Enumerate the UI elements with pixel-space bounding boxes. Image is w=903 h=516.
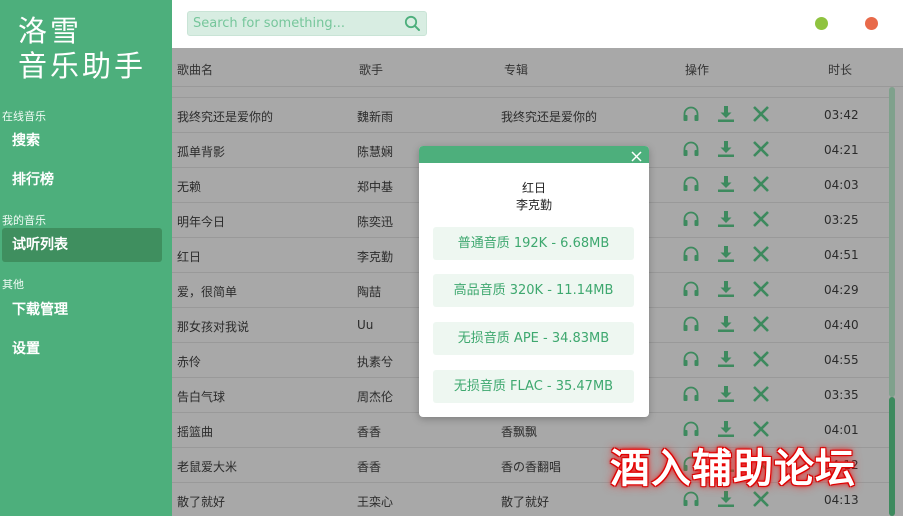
song-album: 香の香翻唱 [501, 460, 562, 474]
song-duration: 03:42 [824, 108, 859, 122]
song-artist: 香香 [357, 460, 382, 474]
song-name: 无赖 [177, 180, 202, 194]
search-icon[interactable] [404, 15, 421, 36]
song-album: 我终究还是爱你的 [501, 110, 598, 124]
col-header-artist: 歌手 [359, 63, 384, 77]
row-actions [682, 350, 772, 370]
song-artist: 王栾心 [357, 495, 394, 509]
song-album: 香飘飘 [501, 425, 538, 439]
song-artist: Uu [357, 318, 374, 332]
quality-option-192k[interactable]: 普通音质 192K - 6.68MB [433, 227, 634, 260]
row-actions [682, 105, 772, 125]
dialog-header [419, 146, 649, 163]
quality-option-flac[interactable]: 无损音质 FLAC - 35.47MB [433, 370, 634, 403]
song-name: 摇篮曲 [177, 425, 214, 439]
song-duration: 04:55 [824, 353, 859, 367]
col-header-ops: 操作 [685, 63, 710, 77]
col-header-album: 专辑 [504, 63, 529, 77]
sidebar-item-charts[interactable]: 排行榜 [2, 163, 162, 197]
song-album: 散了就好 [501, 495, 550, 509]
search-input[interactable] [188, 12, 388, 35]
search-box [187, 11, 427, 36]
song-name: 散了就好 [177, 495, 226, 509]
song-duration: 03:25 [824, 213, 859, 227]
section-my-music: 我的音乐 [2, 214, 46, 227]
song-name: 赤伶 [177, 355, 202, 369]
song-name: 爱，很简单 [177, 285, 238, 299]
top-bar [172, 0, 903, 48]
table-row[interactable]: 我终究还是爱你的 魏新雨 我终究还是爱你的 03:42 [172, 97, 890, 132]
row-actions [682, 280, 772, 300]
song-artist: 陈奕迅 [357, 215, 394, 229]
watermark: 酒入辅助论坛 [610, 445, 856, 492]
sidebar-item-search[interactable]: 搜索 [2, 124, 162, 158]
section-other: 其他 [2, 278, 24, 291]
scrollbar-thumb[interactable] [889, 397, 895, 516]
row-actions [682, 385, 772, 405]
song-duration: 04:29 [824, 283, 859, 297]
song-artist: 陈慧娴 [357, 145, 394, 159]
song-name: 那女孩对我说 [177, 320, 250, 334]
song-duration: 04:51 [824, 248, 859, 262]
song-duration: 04:03 [824, 178, 859, 192]
row-actions [682, 175, 772, 195]
song-name: 我终究还是爱你的 [177, 110, 274, 124]
song-artist: 香香 [357, 425, 382, 439]
quality-dialog: 红日 李克勤 普通音质 192K - 6.68MB 高品音质 320K - 11… [419, 146, 649, 417]
section-online-music: 在线音乐 [2, 110, 46, 123]
song-name: 明年今日 [177, 215, 226, 229]
song-artist: 陶喆 [357, 285, 382, 299]
song-duration: 04:40 [824, 318, 859, 332]
song-duration: 03:35 [824, 388, 859, 402]
song-artist: 执素兮 [357, 355, 394, 369]
row-actions [682, 315, 772, 335]
sidebar-item-settings[interactable]: 设置 [2, 332, 162, 366]
col-header-duration: 时长 [828, 63, 853, 77]
table-header: 歌曲名 歌手 专辑 操作 时长 [172, 48, 903, 87]
row-actions [682, 210, 772, 230]
song-duration: 04:01 [824, 423, 859, 437]
song-artist: 李克勤 [357, 250, 394, 264]
song-artist: 周杰伦 [357, 390, 394, 404]
sidebar-item-downloads[interactable]: 下载管理 [2, 293, 162, 327]
sidebar-item-playlist[interactable]: 试听列表 [2, 228, 162, 262]
song-duration: 04:21 [824, 143, 859, 157]
dialog-artist: 李克勤 [515, 198, 552, 212]
minimize-button[interactable] [815, 17, 828, 30]
close-icon[interactable] [630, 148, 643, 162]
song-name: 红日 [177, 250, 202, 264]
quality-option-ape[interactable]: 无损音质 APE - 34.83MB [433, 322, 634, 355]
song-duration: 04:13 [824, 493, 859, 507]
dialog-song-title: 红日 [521, 181, 546, 195]
row-actions [682, 140, 772, 160]
scrollbar-track [889, 87, 895, 397]
song-artist: 魏新雨 [357, 110, 394, 124]
row-actions [682, 245, 772, 265]
song-artist: 郑中基 [357, 180, 394, 194]
song-name: 孤单背影 [177, 145, 226, 159]
app-logo: 洛雪 音乐助手 [18, 14, 147, 83]
song-name: 告白气球 [177, 390, 226, 404]
close-window-button[interactable] [865, 17, 878, 30]
col-header-name: 歌曲名 [177, 63, 214, 77]
quality-option-320k[interactable]: 高品音质 320K - 11.14MB [433, 274, 634, 307]
song-name: 老鼠爱大米 [177, 460, 238, 474]
scrollbar[interactable] [889, 87, 895, 516]
sidebar: 洛雪 音乐助手 在线音乐 搜索 排行榜 我的音乐 试听列表 其他 下载管理 设置 [0, 0, 172, 516]
